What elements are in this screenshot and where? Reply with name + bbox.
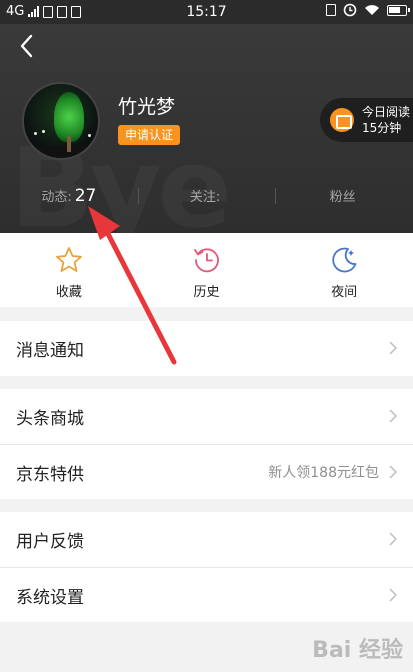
shortcut-bar: 收藏 历史 夜间 bbox=[0, 233, 413, 307]
history-button[interactable]: 历史 bbox=[138, 233, 276, 307]
stat-following-label: 关注: bbox=[189, 190, 221, 205]
baidu-jingyan-watermark: Bai 经验 bbox=[312, 638, 403, 663]
star-icon bbox=[55, 247, 82, 272]
avatar-light bbox=[42, 130, 45, 133]
reading-time-value: 15分钟 bbox=[362, 121, 402, 135]
stat-following[interactable]: 关注: bbox=[137, 184, 276, 208]
avatar-light bbox=[34, 132, 37, 135]
toutiao-mall-row[interactable]: 头条商城 bbox=[0, 389, 413, 444]
chevron-right-icon bbox=[389, 465, 398, 479]
stat-posts-value: 27 bbox=[74, 186, 97, 206]
settings-row[interactable]: 系统设置 bbox=[0, 567, 413, 622]
night-mode-label: 夜间 bbox=[331, 285, 358, 300]
alarm-icon bbox=[343, 3, 357, 17]
favorites-label: 收藏 bbox=[55, 285, 82, 300]
avatar-trunk bbox=[67, 136, 71, 152]
reading-time-badge[interactable]: 今日阅读 15分钟 bbox=[320, 98, 413, 142]
status-bar: 4G 15:17 bbox=[0, 0, 413, 24]
history-label: 历史 bbox=[193, 285, 220, 300]
stat-posts-label: 动态: bbox=[41, 190, 72, 205]
menu-group-shopping: 头条商城 京东特供 新人领188元红包 bbox=[0, 389, 413, 499]
reading-time-title: 今日阅读 bbox=[362, 105, 411, 119]
settings-label: 系统设置 bbox=[16, 587, 84, 608]
wifi-icon bbox=[365, 5, 379, 15]
feedback-label: 用户反馈 bbox=[16, 532, 84, 552]
favorites-button[interactable]: 收藏 bbox=[0, 233, 138, 307]
toutiao-mall-label: 头条商城 bbox=[16, 409, 84, 429]
feedback-row[interactable]: 用户反馈 bbox=[0, 512, 413, 567]
avatar-ground bbox=[24, 146, 98, 158]
username[interactable]: 竹光梦 bbox=[118, 92, 175, 119]
back-arrow-icon[interactable] bbox=[14, 32, 42, 60]
avatar-light bbox=[88, 134, 91, 137]
jd-special-row[interactable]: 京东特供 新人领188元红包 bbox=[0, 444, 413, 499]
apply-certification-button[interactable]: 申请认证 bbox=[118, 125, 181, 145]
stat-followers-label: 粉丝 bbox=[329, 190, 356, 205]
clock-history-icon bbox=[193, 248, 219, 273]
moon-icon bbox=[332, 247, 357, 273]
jd-special-hint: 新人领188元红包 bbox=[268, 465, 379, 481]
book-icon bbox=[330, 108, 354, 132]
avatar[interactable] bbox=[22, 82, 100, 160]
profile-header: Bye 竹光梦 申请认证 今日阅读 15分钟 动态:27 关注: 粉丝 bbox=[0, 24, 413, 233]
profile-stats: 动态: 27 关注: 粉丝 bbox=[0, 184, 413, 208]
chevron-right-icon bbox=[389, 409, 398, 423]
menu-group-system: 用户反馈 系统设置 bbox=[0, 512, 413, 622]
notifications-label: 消息通知 bbox=[16, 341, 84, 361]
chevron-right-icon bbox=[389, 588, 398, 602]
reading-time-texts: 今日阅读 15分钟 bbox=[362, 104, 410, 136]
avatar-tree bbox=[54, 92, 84, 142]
chevron-right-icon bbox=[389, 532, 398, 546]
chevron-right-icon bbox=[389, 341, 398, 355]
status-right bbox=[326, 3, 410, 17]
jd-special-label: 京东特供 bbox=[16, 464, 84, 485]
vibrate-icon bbox=[326, 4, 336, 16]
notifications-row[interactable]: 消息通知 bbox=[0, 321, 413, 376]
night-mode-button[interactable]: 夜间 bbox=[275, 233, 413, 307]
battery-icon bbox=[387, 4, 410, 16]
stat-followers[interactable]: 粉丝 bbox=[275, 184, 413, 208]
menu-group-notifications: 消息通知 bbox=[0, 321, 413, 376]
stat-posts[interactable]: 动态: 27 bbox=[0, 184, 138, 208]
